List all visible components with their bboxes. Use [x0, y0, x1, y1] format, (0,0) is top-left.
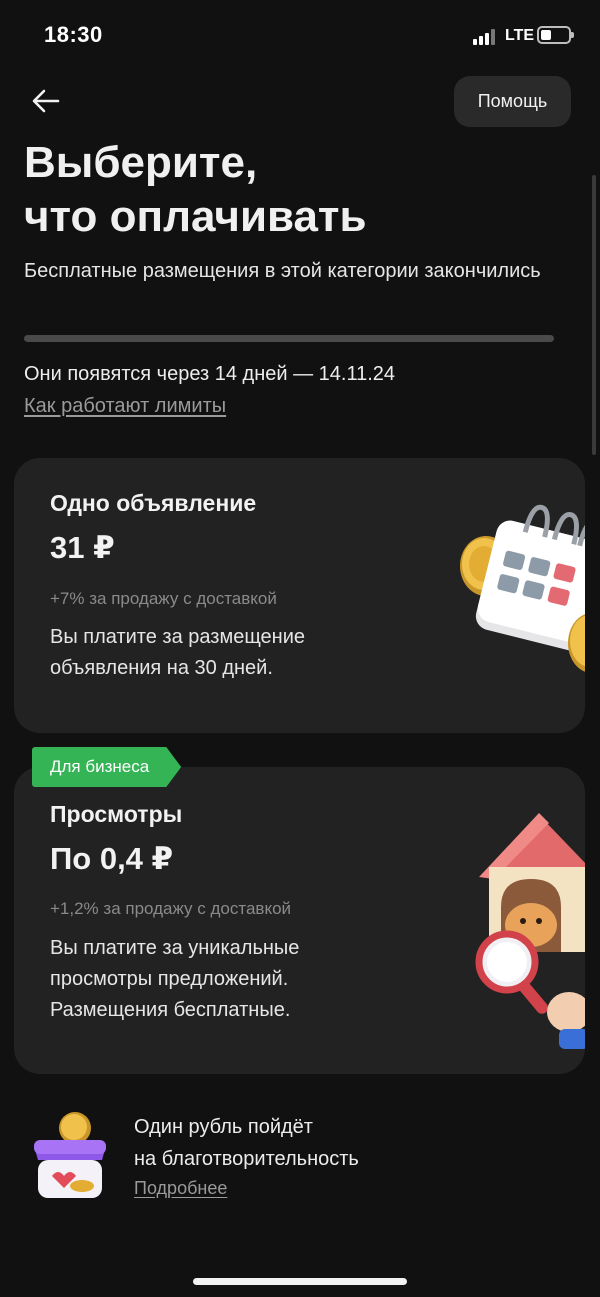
- help-button[interactable]: Помощь: [454, 76, 571, 127]
- subtitle: Бесплатные размещения в этой категории з…: [24, 260, 541, 282]
- option-card-single-listing[interactable]: Одно объявление 31 ₽ +7% за продажу с до…: [14, 458, 585, 733]
- charity-block: Один рубль пойдёт на благотворительность…: [24, 1108, 584, 1208]
- status-time: 18:30: [44, 22, 103, 47]
- limit-progress-bar: [24, 335, 554, 342]
- doghouse-magnifier-icon: [475, 813, 585, 1049]
- option-price: По 0,4 ₽: [50, 841, 174, 876]
- option-description: Вы платите за размещение объявления на 3…: [50, 626, 306, 679]
- charity-line1: Один рубль пойдёт: [134, 1116, 313, 1138]
- arrow-left-icon: [32, 89, 60, 113]
- status-bar: 18:30 LTE: [0, 0, 600, 70]
- donation-box-icon: [34, 1112, 106, 1198]
- charity-text: Один рубль пойдёт на благотворительность: [134, 1111, 359, 1175]
- page-title: Выберите, что оплачивать: [24, 136, 544, 244]
- option-title: Просмотры: [50, 801, 183, 827]
- calendar-coins-icon: [460, 504, 585, 672]
- page-title-line2: что оплачивать: [24, 192, 367, 241]
- limit-reset-text: Они появятся через 14 дней — 14.11.24: [24, 363, 396, 385]
- charity-line2: на благотворительность: [134, 1148, 359, 1170]
- battery-icon: [537, 26, 574, 44]
- option-fee: +7% за продажу с доставкой: [50, 589, 277, 608]
- page-title-line1: Выберите,: [24, 138, 258, 187]
- limits-info-link[interactable]: Как работают лимиты: [24, 395, 226, 418]
- home-indicator[interactable]: [193, 1278, 407, 1285]
- signal-icon: [473, 29, 497, 45]
- option-price: 31 ₽: [50, 530, 115, 565]
- scrollbar[interactable]: [592, 175, 596, 455]
- back-button[interactable]: [26, 82, 66, 120]
- network-type: LTE: [505, 27, 535, 44]
- option-card-views[interactable]: Просмотры По 0,4 ₽ +1,2% за продажу с до…: [14, 767, 585, 1074]
- option-description: Вы платите за уникальные просмотры предл…: [50, 937, 300, 1021]
- business-badge: Для бизнеса: [32, 747, 182, 787]
- option-title: Одно объявление: [50, 490, 257, 516]
- charity-more-link[interactable]: Подробнее: [134, 1178, 227, 1199]
- option-fee: +1,2% за продажу с доставкой: [50, 899, 292, 918]
